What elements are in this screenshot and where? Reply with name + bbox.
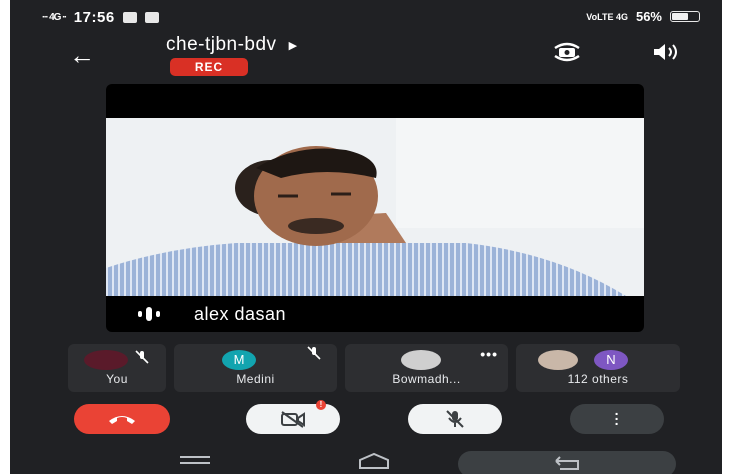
end-call-button[interactable]	[74, 404, 170, 434]
speaker-icon[interactable]	[650, 40, 684, 64]
back-icon	[555, 456, 579, 470]
message-notification-icon	[122, 12, 137, 23]
recording-badge: REC	[170, 58, 248, 76]
app-notification-icon	[144, 12, 159, 23]
network-indicator: VoLTE 4G	[586, 11, 628, 22]
audio-level-icon	[138, 307, 160, 321]
meet-call-screen: ∙∙∙ 4G ∙∙ 17:56 VoLTE 4G 56% ← che-tjbn-…	[10, 0, 722, 474]
participant-strip: You M Medini ••• Bowmadh... N 112 others	[68, 344, 682, 392]
home-icon[interactable]	[354, 452, 394, 470]
back-arrow-icon[interactable]: ←	[62, 40, 102, 70]
meeting-title[interactable]: che-tjbn-bdv ▶	[166, 34, 298, 56]
battery-icon	[670, 11, 700, 22]
meeting-code: che-tjbn-bdv	[166, 34, 277, 55]
camera-notification-badge: !	[316, 400, 326, 410]
status-left: ∙∙∙ 4G ∙∙ 17:56	[42, 9, 159, 26]
battery-percent: 56%	[635, 9, 662, 24]
system-nav-bar	[10, 446, 722, 474]
participant-label: You	[106, 372, 128, 386]
signal-indicator: ∙∙∙ 4G ∙∙	[42, 12, 67, 23]
switch-camera-icon[interactable]	[550, 40, 584, 64]
camera-off-icon	[281, 411, 305, 428]
mic-off-icon	[307, 346, 321, 360]
participant-label: Bowmadh...	[392, 372, 461, 386]
participant-label: Medini	[236, 372, 275, 386]
camera-toggle-button[interactable]: !	[246, 400, 340, 434]
participant-tile-medini[interactable]: M Medini	[174, 344, 337, 392]
hang-up-icon	[109, 416, 135, 424]
video-caption: alex dasan	[106, 296, 644, 332]
main-video-tile[interactable]: alex dasan	[106, 84, 644, 332]
more-vert-icon: · · ·	[614, 405, 620, 432]
speaker-name: alex dasan	[194, 303, 287, 324]
more-dots-icon[interactable]: •••	[480, 346, 498, 362]
participant-tile-you[interactable]: You	[68, 344, 166, 392]
avatar	[538, 350, 578, 370]
chevron-right-icon: ▶	[288, 39, 298, 52]
status-bar: ∙∙∙ 4G ∙∙ 17:56 VoLTE 4G 56%	[10, 0, 722, 38]
avatar: N	[594, 350, 628, 370]
mic-off-icon	[446, 410, 464, 428]
recent-apps-icon[interactable]	[178, 453, 212, 469]
avatar	[401, 350, 441, 370]
status-right: VoLTE 4G 56%	[586, 9, 700, 24]
avatar	[84, 350, 128, 370]
participant-tile-others[interactable]: N 112 others	[516, 344, 680, 392]
participant-tile-bowmadh[interactable]: ••• Bowmadh...	[345, 344, 508, 392]
avatar: M	[222, 350, 256, 370]
more-options-button[interactable]: · · ·	[570, 404, 664, 434]
speaker-video	[106, 118, 644, 296]
participant-label: 112 others	[567, 372, 629, 386]
mic-off-icon	[135, 350, 149, 364]
status-time: 17:56	[73, 9, 115, 26]
mic-toggle-button[interactable]	[408, 404, 502, 434]
back-nav-button[interactable]	[458, 451, 676, 474]
